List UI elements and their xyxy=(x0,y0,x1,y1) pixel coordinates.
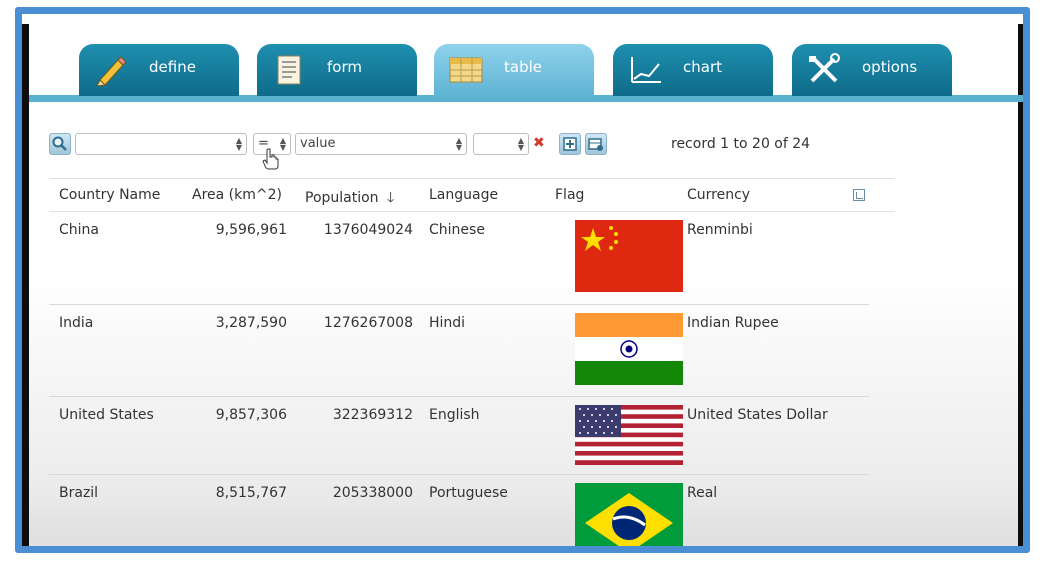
clear-filter-icon[interactable]: ✖ xyxy=(533,135,545,151)
tab-chart[interactable]: chart xyxy=(613,44,773,96)
table-icon xyxy=(448,54,484,86)
select-arrows-icon: ▲ ▼ xyxy=(279,136,286,152)
table-settings-button[interactable] xyxy=(585,133,607,155)
tab-form[interactable]: form xyxy=(257,44,417,96)
cell-area: 3,287,590 xyxy=(215,315,287,331)
field-select[interactable]: ▲ ▼ xyxy=(75,133,247,155)
column-header-currency[interactable]: Currency xyxy=(687,187,750,203)
select-arrows-icon: ▲ ▼ xyxy=(455,136,462,152)
right-edge xyxy=(1018,24,1023,546)
hand-cursor-icon xyxy=(262,148,280,174)
table-header-row: Country Name Area (km^2) Population 🡓 La… xyxy=(49,178,895,212)
table-settings-icon xyxy=(588,138,603,151)
tab-label: table xyxy=(504,58,542,76)
cell-country: United States xyxy=(59,407,154,423)
column-header-flag[interactable]: Flag xyxy=(555,187,584,203)
cell-population: 1376049024 xyxy=(323,222,413,238)
cell-currency: United States Dollar xyxy=(687,407,828,423)
column-header-population[interactable]: Population 🡓 xyxy=(305,187,394,211)
table-row[interactable]: Brazil 8,515,767 205338000 Portuguese Re… xyxy=(49,475,869,546)
tab-bar: define form table chart options xyxy=(29,14,1023,102)
value-select-value: value xyxy=(300,136,336,151)
filter-toolbar: ▲ ▼ = ▲ ▼ value ▲ ▼ ▲ ▼ ✖ record 1 to 20… xyxy=(49,131,849,157)
cell-population: 322369312 xyxy=(332,407,413,423)
cell-currency: Real xyxy=(687,485,718,501)
cell-country: China xyxy=(59,222,99,238)
tab-options[interactable]: options xyxy=(792,44,952,96)
tools-icon xyxy=(806,53,842,86)
cell-population: 205338000 xyxy=(332,485,413,501)
table-row[interactable]: India 3,287,590 1276267008 Hindi Indian … xyxy=(49,305,869,397)
cell-language: English xyxy=(429,407,480,423)
left-edge xyxy=(22,24,29,546)
cell-currency: Renminbi xyxy=(687,222,753,238)
search-icon xyxy=(52,136,67,151)
cell-country: Brazil xyxy=(59,485,99,501)
secondary-select[interactable]: ▲ ▼ xyxy=(473,133,529,155)
sort-descending-icon: 🡓 xyxy=(387,190,395,206)
tab-define[interactable]: define xyxy=(79,44,239,96)
app-screen: define form table chart options ▲ ▼ = ▲ … xyxy=(29,14,1023,546)
add-row-icon xyxy=(563,137,577,151)
usa-flag xyxy=(575,405,683,465)
cell-currency: Indian Rupee xyxy=(687,315,779,331)
select-arrows-icon: ▲ ▼ xyxy=(235,136,242,152)
cell-population: 1276267008 xyxy=(323,315,413,331)
brazil-flag xyxy=(575,483,683,546)
record-range: record 1 to 20 of 24 xyxy=(671,136,811,152)
table-row[interactable]: United States 9,857,306 322369312 Englis… xyxy=(49,397,869,475)
column-header-country[interactable]: Country Name xyxy=(59,187,160,203)
pencil-icon xyxy=(93,54,129,86)
cell-language: Chinese xyxy=(429,222,485,238)
add-row-button[interactable] xyxy=(559,133,581,155)
cell-country: India xyxy=(59,315,94,331)
tab-label: form xyxy=(327,58,362,76)
cell-area: 9,857,306 xyxy=(215,407,287,423)
cell-language: Hindi xyxy=(429,315,466,331)
table-row[interactable]: China 9,596,961 1376049024 Chinese Renmi… xyxy=(49,212,869,305)
select-arrows-icon: ▲ ▼ xyxy=(517,136,524,152)
cell-area: 9,596,961 xyxy=(215,222,287,238)
cell-language: Portuguese xyxy=(429,485,508,501)
column-header-language[interactable]: Language xyxy=(429,187,498,203)
tab-label: options xyxy=(862,58,918,76)
column-header-area[interactable]: Area (km^2) xyxy=(192,187,282,203)
screenshot-frame: define form table chart options ▲ ▼ = ▲ … xyxy=(15,7,1030,553)
search-button[interactable] xyxy=(49,133,71,155)
column-chooser-icon[interactable] xyxy=(853,189,865,201)
tab-table[interactable]: table xyxy=(434,44,594,102)
tab-label: chart xyxy=(683,58,722,76)
tab-label: define xyxy=(149,58,196,76)
form-icon xyxy=(271,54,307,86)
india-flag xyxy=(575,313,683,385)
cell-area: 8,515,767 xyxy=(215,485,287,501)
chart-icon xyxy=(627,54,663,86)
population-header-label: Population xyxy=(305,190,379,206)
value-select[interactable]: value ▲ ▼ xyxy=(295,133,467,155)
china-flag xyxy=(575,220,683,292)
